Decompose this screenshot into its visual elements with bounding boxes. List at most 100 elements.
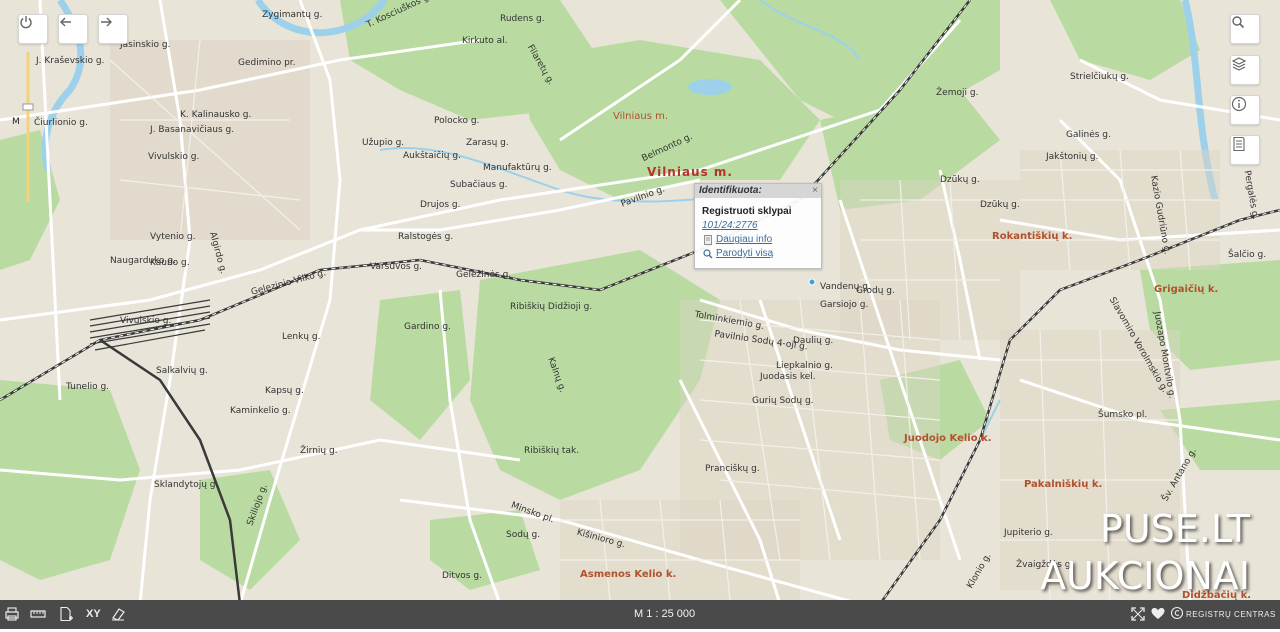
street-label: Kapsų g. (265, 386, 304, 396)
watermark-line-1: PUSE.LT (1099, 507, 1250, 551)
bottom-toolbar: XY M 1 : 25 000 REGISTRŲ CENTRAS (0, 600, 1280, 629)
street-label: Vytenio g. (150, 232, 196, 242)
street-label: Lenkų g. (282, 332, 321, 342)
street-label: Zygimantų g. (262, 10, 323, 20)
street-label: Dzūkų g. (940, 175, 980, 185)
street-label: J. Kraševskio g. (36, 56, 105, 66)
street-label: Žirnių g. (300, 446, 338, 456)
street-label: Gedimino pr. (238, 58, 296, 68)
back-button[interactable] (58, 14, 88, 44)
street-label: K. Kalinausko g. (180, 110, 252, 120)
district-label-vilniaus-small: Vilniaus m. (613, 111, 669, 122)
street-label: Kaminkelio g. (230, 406, 291, 416)
street-label: Salkalvių g. (156, 366, 208, 376)
street-label: Manufaktūrų g. (483, 163, 552, 173)
arrow-left-icon (60, 17, 71, 27)
street-label: Subačiaus g. (450, 180, 508, 190)
credit-text: REGISTRŲ CENTRAS (1186, 610, 1276, 619)
arrow-right-icon (101, 17, 112, 27)
eraser-button[interactable] (110, 606, 126, 622)
street-label: Jakštonių g. (1046, 152, 1099, 162)
street-label: Gardino g. (404, 322, 451, 332)
info-button[interactable] (1230, 95, 1260, 125)
district-label-asmenos-kelio: Asmenos Kelio k. (580, 569, 677, 580)
add-document-button[interactable] (58, 606, 74, 622)
fullscreen-button[interactable] (1130, 606, 1146, 622)
zoom-track (22, 52, 34, 202)
add-document-icon (60, 606, 73, 622)
street-label: Varšuvos g. (370, 262, 423, 272)
street-label: Šalčio g. (1228, 250, 1267, 260)
show-all-link[interactable]: Parodyti visą (703, 248, 821, 259)
street-label: Šumsko pl. (1098, 410, 1148, 420)
feedback-button[interactable] (1150, 606, 1166, 622)
district-label-juodojo-kelio: Juodojo Kelio k. (904, 433, 992, 444)
search-icon (1232, 16, 1245, 29)
popup-header-title: Identifikuota: (699, 185, 762, 196)
street-label: Polocko g. (434, 116, 480, 126)
street-label: Žemoji g. (936, 88, 979, 98)
street-label: Ribiškių tak. (524, 446, 580, 456)
street-label: Tunelio g. (66, 382, 110, 392)
street-label: Vivulskio g. (120, 316, 172, 326)
street-label: Aukštaičių g. (403, 151, 461, 161)
print-icon (5, 607, 19, 621)
heart-speech-icon (1151, 608, 1165, 619)
magnifier-icon (703, 248, 713, 258)
lake (688, 79, 732, 95)
street-label: Vivulskio g. (148, 152, 200, 162)
street-label: Rudens g. (500, 14, 545, 24)
popup-close-button[interactable]: × (812, 184, 818, 198)
copyright-icon-wrap (1170, 606, 1186, 622)
map-scale: M 1 : 25 000 (634, 608, 696, 620)
street-label: Ditvos g. (442, 571, 482, 581)
print-button[interactable] (4, 606, 20, 622)
street-label: Ralstogės g. (398, 232, 454, 242)
watermark: PUSE.LT AUKCIONAI (982, 506, 1250, 600)
search-button[interactable] (1230, 14, 1260, 44)
street-label: Sklandytojų g. (154, 480, 219, 490)
street-label: Liepkalnio g. (776, 361, 833, 371)
district-label-rokantiskiu: Rokantiškių k. (992, 231, 1073, 242)
street-label: Pranciškų g. (705, 464, 760, 474)
zoom-slider[interactable] (22, 52, 34, 202)
show-all-label: Parodyti visą (716, 248, 774, 259)
street-label: Ribiškių Didžioji g. (510, 302, 593, 312)
legend-button[interactable] (1230, 135, 1260, 165)
document-icon (704, 234, 712, 245)
document-list-icon (1233, 136, 1245, 152)
more-info-link[interactable]: Daugiau info (703, 234, 821, 245)
street-label: Strielčiukų g. (1070, 72, 1129, 82)
street-label: Juodasis kel. (760, 372, 816, 382)
identify-popup: Identifikuota: × Registruoti sklypai 101… (694, 183, 822, 269)
street-label: Grodų g. (856, 286, 895, 296)
layers-icon (1231, 57, 1247, 71)
popup-layer-title: Registruoti sklypai (702, 206, 792, 217)
street-label: Kauno g. (150, 258, 190, 268)
more-info-label: Daugiau info (716, 234, 773, 245)
street-label: Galinės g. (1066, 130, 1111, 140)
measure-button[interactable] (30, 606, 46, 622)
street-label: J. Basanavičiaus g. (150, 125, 235, 135)
power-button[interactable] (18, 14, 48, 44)
selected-point-marker (808, 278, 816, 286)
street-label: Sodų g. (506, 530, 541, 540)
street-label: Kirkuto al. (462, 36, 508, 46)
coordinates-button[interactable]: XY (86, 606, 106, 622)
street-label: Geležinės g. (456, 270, 512, 280)
watermark-line-2: AUKCIONAI (1040, 554, 1250, 598)
street-label: Garsiojo g. (820, 300, 869, 310)
zoom-level-label: M (12, 117, 20, 127)
popup-header: Identifikuota: × (695, 184, 821, 198)
plot-number-link[interactable]: 101/24:2776 (702, 220, 821, 231)
forward-button[interactable] (98, 14, 128, 44)
layers-button[interactable] (1230, 55, 1260, 85)
street-label: Čiurlionio g. (34, 118, 88, 128)
ruler-icon (30, 610, 46, 618)
district-label-grigaiciu: Grigaičių k. (1154, 284, 1219, 295)
street-label: Drujos g. (420, 200, 461, 210)
map-canvas[interactable]: Vilniaus m. Vilniaus m. Rokantiškių k. G… (0, 0, 1280, 604)
street-label: Dzūkų g. (980, 200, 1020, 210)
street-label: Užupio g. (362, 138, 405, 148)
street-label: Gurių Sodų g. (752, 396, 814, 406)
